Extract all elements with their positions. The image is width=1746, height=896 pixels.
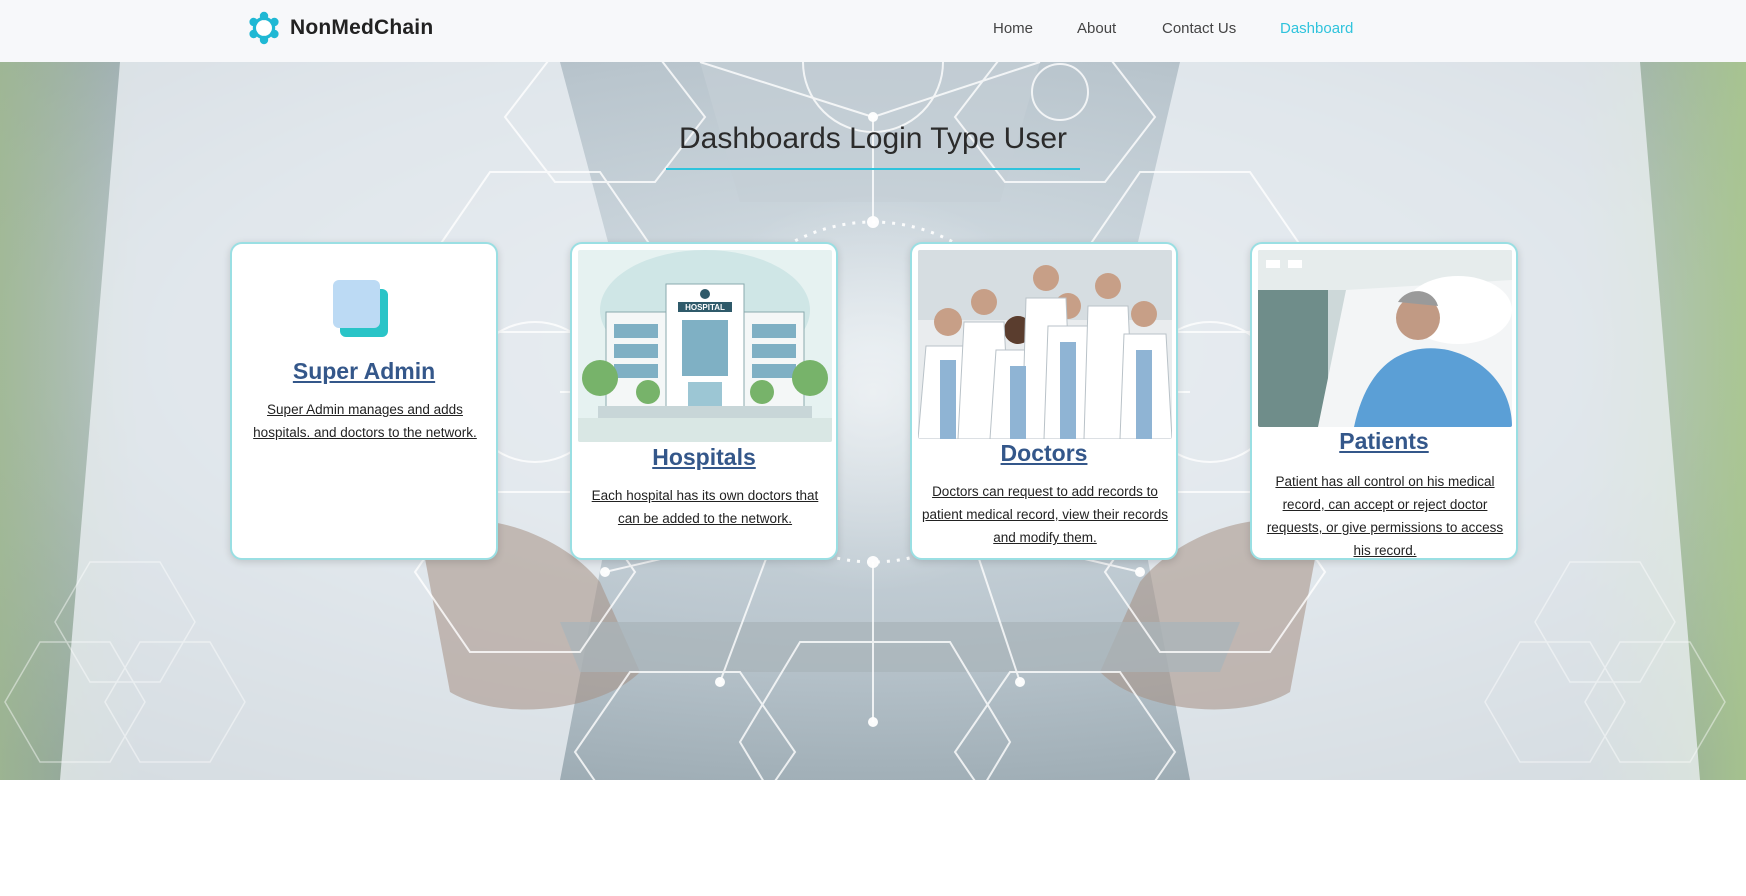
hero-section: Dashboards Login Type User Super Admin S…	[0, 62, 1746, 780]
hospital-sign: HOSPITAL	[685, 303, 725, 312]
card-title[interactable]: Patients	[1252, 428, 1516, 455]
card-description: Patient has all control on his medical r…	[1266, 474, 1504, 558]
card-description: Each hospital has its own doctors that c…	[591, 488, 819, 526]
patient-image	[1258, 250, 1512, 427]
navbar: NonMedChain Home About Contact Us Dashbo…	[0, 0, 1746, 62]
doctors-group-image	[918, 250, 1172, 439]
card-title[interactable]: Hospitals	[572, 444, 836, 471]
main-nav: Home About Contact Us Dashboard	[0, 20, 1746, 42]
card-description: Doctors can request to add records to pa…	[921, 484, 1169, 545]
nav-home-link[interactable]: Home	[993, 20, 1033, 37]
card-super-admin[interactable]: Super Admin Super Admin manages and adds…	[230, 242, 498, 560]
page-title: Dashboards Login Type User	[678, 122, 1067, 155]
card-title[interactable]: Super Admin	[232, 358, 496, 385]
title-underline	[666, 168, 1080, 170]
card-title[interactable]: Doctors	[912, 440, 1176, 467]
card-doctors[interactable]: Doctors Doctors can request to add recor…	[910, 242, 1178, 560]
card-hospitals[interactable]: HOSPITAL Hospitals Each hospital has its…	[570, 242, 838, 560]
card-description: Super Admin manages and adds hospitals. …	[253, 402, 477, 440]
nav-contact-link[interactable]: Contact Us	[1162, 20, 1236, 37]
nav-dashboard-link[interactable]: Dashboard	[1280, 20, 1353, 37]
nav-about-link[interactable]: About	[1077, 20, 1116, 37]
copy-squares-icon	[333, 280, 388, 337]
hospital-image: HOSPITAL	[578, 250, 832, 442]
card-patients[interactable]: Patients Patient has all control on his …	[1250, 242, 1518, 560]
